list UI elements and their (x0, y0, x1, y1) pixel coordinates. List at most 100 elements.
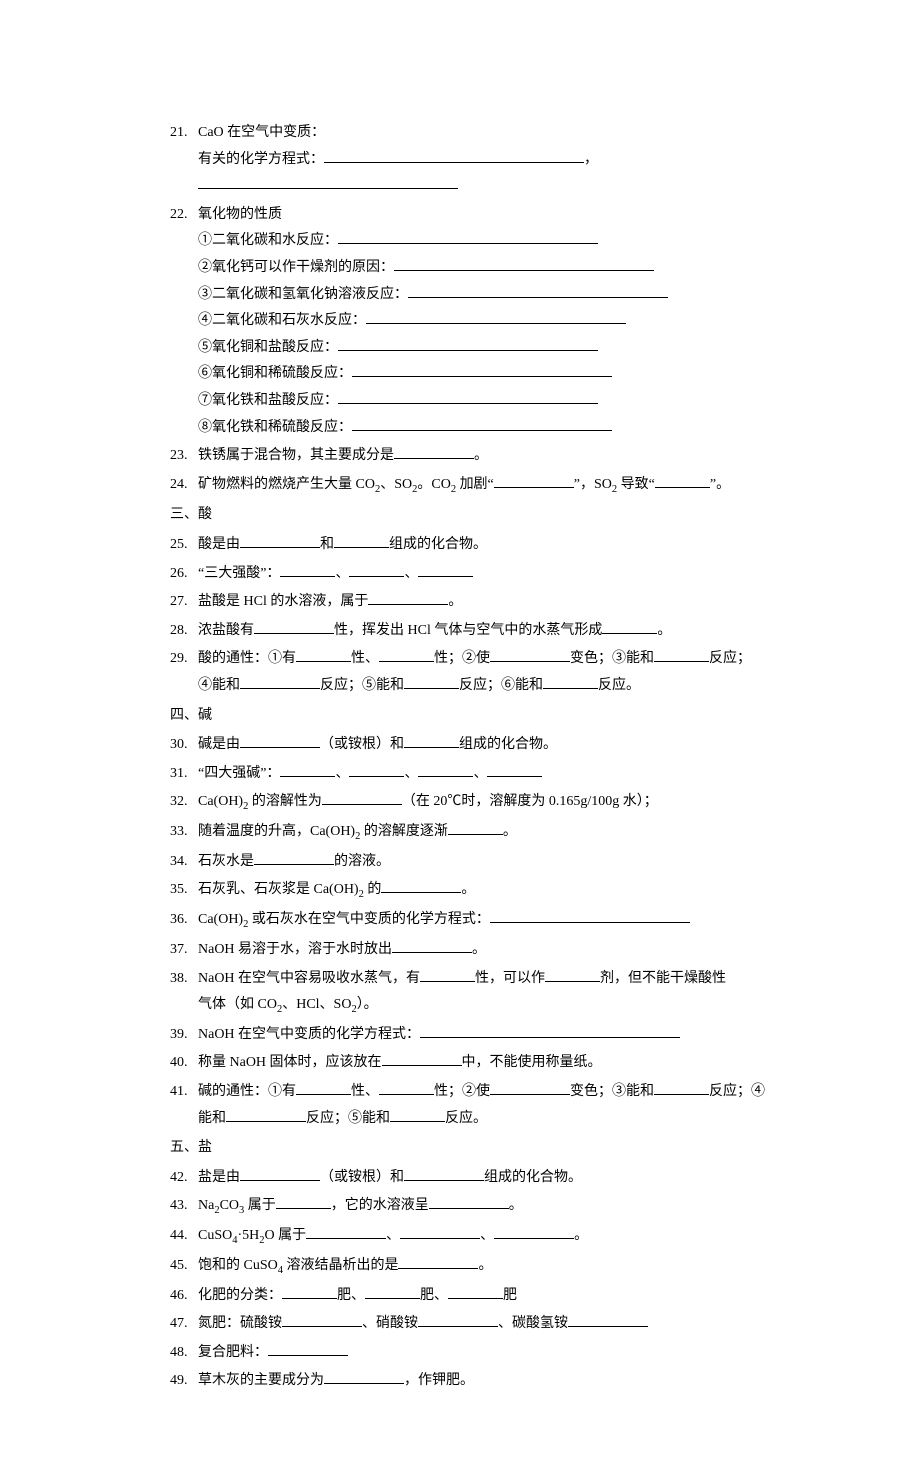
question-number: 46. (170, 1283, 198, 1310)
question-item: 29.酸的通性：①有性、性；②使变色；③能和反应；④能和反应；⑤能和反应；⑥能和… (170, 646, 775, 699)
question-line: 随着温度的升高，Ca(OH)2 的溶解度逐渐。 (198, 819, 775, 847)
question-body: 盐是由（或铵根）和组成的化合物。 (198, 1165, 775, 1192)
fill-blank[interactable] (240, 533, 320, 548)
question-line: CuSO4·5H2O 属于、、。 (198, 1223, 775, 1251)
fill-blank[interactable] (282, 1284, 337, 1299)
fill-blank[interactable] (268, 1341, 348, 1356)
fill-blank[interactable] (494, 1224, 574, 1239)
question-item: 43.Na2CO3 属于，它的水溶液呈。 (170, 1193, 775, 1221)
fill-blank[interactable] (394, 256, 654, 271)
fill-blank[interactable] (254, 619, 334, 634)
fill-blank[interactable] (418, 1312, 498, 1327)
fill-blank[interactable] (487, 762, 542, 777)
fill-blank[interactable] (404, 1166, 484, 1181)
question-line: Ca(OH)2 或石灰水在空气中变质的化学方程式： (198, 907, 775, 935)
question-number: 47. (170, 1311, 198, 1338)
fill-blank[interactable] (654, 1080, 709, 1095)
fill-blank[interactable] (349, 762, 404, 777)
fill-blank[interactable] (654, 647, 709, 662)
fill-blank[interactable] (448, 1284, 503, 1299)
fill-blank[interactable] (240, 1166, 320, 1181)
question-number: 33. (170, 819, 198, 847)
fill-blank[interactable] (420, 1023, 680, 1038)
fill-blank[interactable] (338, 229, 598, 244)
fill-blank[interactable] (394, 444, 474, 459)
fill-blank[interactable] (390, 1107, 445, 1122)
fill-blank[interactable] (602, 619, 657, 634)
fill-blank[interactable] (381, 878, 461, 893)
fill-blank[interactable] (404, 733, 459, 748)
fill-blank[interactable] (494, 473, 574, 488)
question-number: 28. (170, 618, 198, 645)
fill-blank[interactable] (322, 790, 402, 805)
fill-blank[interactable] (420, 967, 475, 982)
fill-blank[interactable] (379, 647, 434, 662)
fill-blank[interactable] (296, 647, 351, 662)
fill-blank[interactable] (398, 1254, 478, 1269)
fill-blank[interactable] (366, 309, 626, 324)
fill-blank[interactable] (349, 562, 404, 577)
question-item: 27.盐酸是 HCl 的水溶液，属于。 (170, 589, 775, 616)
question-body: “四大强碱”：、、、 (198, 761, 775, 788)
fill-blank[interactable] (240, 674, 320, 689)
fill-blank[interactable] (429, 1194, 509, 1209)
fill-blank[interactable] (379, 1080, 434, 1095)
question-line: 氮肥：硫酸铵、硝酸铵、碳酸氢铵 (198, 1311, 775, 1338)
question-item: 42.盐是由（或铵根）和组成的化合物。 (170, 1165, 775, 1192)
fill-blank[interactable] (490, 1080, 570, 1095)
fill-blank[interactable] (254, 850, 334, 865)
fill-blank[interactable] (490, 908, 690, 923)
fill-blank[interactable] (240, 733, 320, 748)
fill-blank[interactable] (543, 674, 598, 689)
question-item: 23.铁锈属于混合物，其主要成分是。 (170, 443, 775, 470)
fill-blank[interactable] (368, 590, 448, 605)
fill-blank[interactable] (408, 283, 668, 298)
fill-blank[interactable] (324, 1369, 404, 1384)
question-line: ⑥氧化铜和稀硫酸反应： (198, 361, 775, 388)
fill-blank[interactable] (280, 762, 335, 777)
fill-blank[interactable] (338, 389, 598, 404)
question-line: 饱和的 CuSO4 溶液结晶析出的是。 (198, 1253, 775, 1281)
fill-blank[interactable] (352, 362, 612, 377)
question-line: CaO 在空气中变质： (198, 120, 775, 147)
question-line: Ca(OH)2 的溶解性为（在 20℃时，溶解度为 0.165g/100g 水）… (198, 789, 775, 817)
question-line: NaOH 在空气中容易吸收水蒸气，有性，可以作剂，但不能干燥酸性 (198, 966, 775, 993)
fill-blank[interactable] (198, 174, 458, 189)
fill-blank[interactable] (418, 762, 473, 777)
fill-blank[interactable] (568, 1312, 648, 1327)
fill-blank[interactable] (324, 148, 584, 163)
question-item: 24.矿物燃料的燃烧产生大量 CO2、SO2。CO2 加剧“”，SO2 导致“”… (170, 472, 775, 500)
fill-blank[interactable] (352, 416, 612, 431)
fill-blank[interactable] (655, 473, 710, 488)
fill-blank[interactable] (338, 336, 598, 351)
fill-blank[interactable] (276, 1194, 331, 1209)
question-line: 矿物燃料的燃烧产生大量 CO2、SO2。CO2 加剧“”，SO2 导致“”。 (198, 472, 775, 500)
question-number: 39. (170, 1022, 198, 1049)
question-body: CuSO4·5H2O 属于、、。 (198, 1223, 775, 1251)
question-number: 29. (170, 646, 198, 699)
question-line: 化肥的分类：肥、肥、肥 (198, 1283, 775, 1310)
fill-blank[interactable] (382, 1051, 462, 1066)
fill-blank[interactable] (404, 674, 459, 689)
question-body: 盐酸是 HCl 的水溶液，属于。 (198, 589, 775, 616)
question-line: 石灰乳、石灰浆是 Ca(OH)2 的。 (198, 877, 775, 905)
fill-blank[interactable] (418, 562, 473, 577)
question-line: 能和反应；⑤能和反应。 (198, 1106, 775, 1133)
fill-blank[interactable] (280, 562, 335, 577)
question-number: 26. (170, 561, 198, 588)
fill-blank[interactable] (400, 1224, 480, 1239)
question-body: 氮肥：硫酸铵、硝酸铵、碳酸氢铵 (198, 1311, 775, 1338)
fill-blank[interactable] (365, 1284, 420, 1299)
question-body: Ca(OH)2 的溶解性为（在 20℃时，溶解度为 0.165g/100g 水）… (198, 789, 775, 817)
fill-blank[interactable] (226, 1107, 306, 1122)
question-item: 37.NaOH 易溶于水，溶于水时放出。 (170, 937, 775, 964)
fill-blank[interactable] (296, 1080, 351, 1095)
fill-blank[interactable] (306, 1224, 386, 1239)
question-body: 化肥的分类：肥、肥、肥 (198, 1283, 775, 1310)
fill-blank[interactable] (282, 1312, 362, 1327)
fill-blank[interactable] (545, 967, 600, 982)
fill-blank[interactable] (448, 820, 503, 835)
fill-blank[interactable] (334, 533, 389, 548)
fill-blank[interactable] (490, 647, 570, 662)
fill-blank[interactable] (392, 938, 472, 953)
